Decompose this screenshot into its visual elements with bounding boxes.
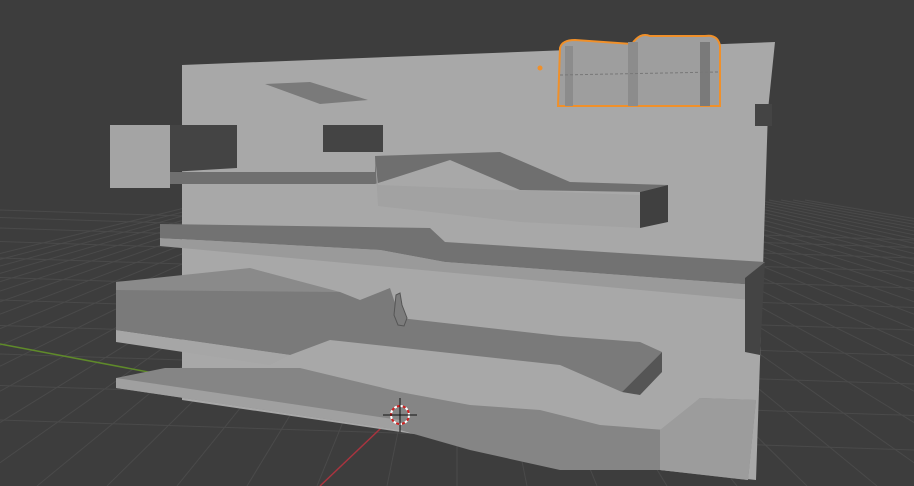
3d-viewport[interactable] (0, 0, 914, 486)
treasure-chest[interactable] (556, 34, 721, 107)
object-origin-icon (537, 65, 543, 71)
